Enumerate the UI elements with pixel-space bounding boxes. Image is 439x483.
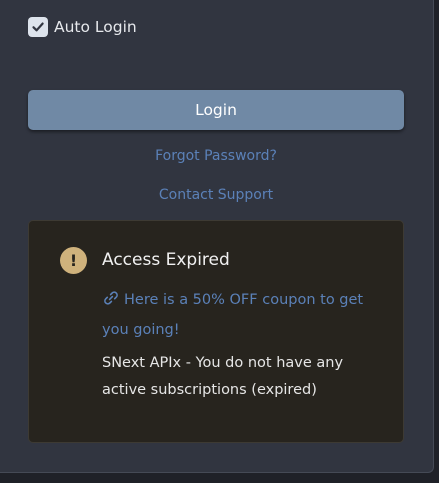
coupon-link[interactable]: Here is a 50% OFF coupon to get you goin…	[102, 287, 392, 344]
auto-login-option[interactable]: Auto Login	[28, 17, 137, 37]
coupon-link-text: Here is a 50% OFF coupon to get you goin…	[102, 292, 364, 338]
link-icon	[102, 289, 120, 317]
access-expired-alert: ! Access Expired Here is a 50% OFF coupo…	[28, 220, 404, 443]
auto-login-label: Auto Login	[54, 18, 137, 36]
login-button[interactable]: Login	[28, 90, 404, 130]
checkmark-icon	[32, 22, 44, 32]
alert-title: Access Expired	[102, 250, 230, 270]
forgot-password-link[interactable]: Forgot Password?	[28, 148, 404, 164]
contact-support-link[interactable]: Contact Support	[28, 187, 404, 203]
alert-message: SNext APIx - You do not have any active …	[102, 355, 344, 398]
login-panel: Auto Login Login Forgot Password? Contac…	[0, 0, 434, 473]
exclamation-icon: !	[60, 247, 87, 274]
auto-login-checkbox[interactable]	[28, 17, 48, 37]
